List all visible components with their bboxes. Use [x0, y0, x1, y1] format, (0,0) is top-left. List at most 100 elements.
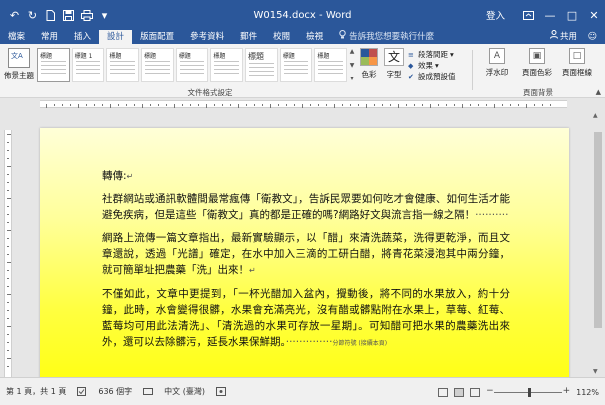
ruler-tick [238, 104, 239, 108]
print-icon[interactable] [80, 9, 93, 22]
document-body[interactable]: 轉傳:↵ 社群網站或通訊軟體間最常瘋傳「衛教文」，告訴民眾要如何吃才會健康、如何… [102, 168, 510, 359]
ruler-tick [166, 104, 167, 106]
word-count[interactable]: 636 個字 [98, 386, 132, 397]
ruler-tick [7, 334, 9, 335]
quick-access-toolbar: ↶ ↻ ▾ [0, 9, 111, 22]
ruler-tick [7, 230, 11, 231]
tab-view[interactable]: 檢視 [298, 30, 331, 44]
tab-review[interactable]: 校閱 [265, 30, 298, 44]
chevron-down-icon[interactable]: ▼ [350, 62, 355, 69]
tab-layout[interactable]: 版面配置 [132, 30, 182, 44]
tab-mailings[interactable]: 郵件 [232, 30, 265, 44]
language-icon[interactable] [143, 387, 154, 396]
colors-label: 色彩 [361, 70, 377, 79]
scrollbar-thumb[interactable] [594, 132, 602, 328]
document-workspace: 轉傳:↵ 社群網站或通訊軟體間最常瘋傳「衛教文」，告訴民眾要如何吃才會健康、如何… [14, 110, 591, 377]
web-layout-icon[interactable] [470, 387, 481, 397]
more-icon[interactable]: ▾ [350, 75, 353, 82]
share-button[interactable]: 共用 [549, 30, 577, 44]
ruler-tick [510, 104, 511, 106]
ruler-tick [214, 104, 215, 106]
chevron-up-icon[interactable]: ▲ [350, 48, 355, 55]
minimize-button[interactable]: — [539, 0, 561, 30]
style-set-thumb[interactable]: 標題 1 [71, 48, 105, 82]
ruler-tick [7, 278, 9, 279]
scroll-down-icon[interactable]: ▼ [593, 368, 598, 375]
themes-button[interactable]: 文A 佈景主題 [4, 48, 34, 81]
tab-design[interactable]: 設計 [99, 30, 133, 44]
maximize-button[interactable]: □ [561, 0, 583, 30]
fonts-button[interactable]: 文 字型 [382, 48, 406, 80]
page-count[interactable]: 第 1 頁，共 1 頁 [6, 386, 66, 397]
print-layout-icon[interactable] [454, 387, 465, 397]
style-set-thumb[interactable]: 標題 [245, 48, 278, 82]
save-icon[interactable] [62, 9, 75, 22]
ruler-tick [358, 104, 359, 106]
style-set-thumb[interactable]: 標題 [210, 48, 244, 82]
style-set-thumb[interactable]: 標題 [141, 48, 174, 82]
tab-insert[interactable]: 插入 [66, 30, 99, 44]
scroll-up-icon[interactable]: ▲ [593, 112, 598, 119]
ruler-tick [7, 302, 9, 303]
style-set-thumb[interactable]: 標題 [279, 48, 313, 82]
vertical-ruler[interactable] [0, 110, 14, 380]
zoom-slider-knob[interactable] [527, 387, 531, 397]
horizontal-ruler[interactable] [0, 98, 605, 110]
document-page[interactable]: 轉傳:↵ 社群網站或通訊軟體間最常瘋傳「衛教文」，告訴民眾要如何吃才會健康、如何… [40, 128, 569, 377]
page-color-button[interactable]: ▣ 頁面色彩 [518, 48, 556, 78]
file-icon[interactable] [44, 9, 57, 22]
read-mode-icon[interactable] [438, 387, 449, 397]
ribbon-display-icon[interactable] [517, 0, 539, 30]
close-button[interactable]: ✕ [583, 0, 605, 30]
paragraph: 不僅如此，文章中更提到，「一杯光醋加入盆內，攪動後，將不同的水果放入，約十分鐘，… [102, 288, 510, 348]
customize-icon[interactable]: ▾ [98, 9, 111, 22]
tab-home[interactable]: 常用 [33, 30, 66, 44]
ruler-tick [94, 104, 95, 106]
ruler-tick [422, 104, 423, 106]
page-border-button[interactable]: □ 頁面框線 [558, 48, 596, 78]
tab-references[interactable]: 參考資料 [182, 30, 232, 44]
language[interactable]: 中文 (臺灣) [164, 386, 205, 397]
zoom-out-button[interactable]: − [486, 386, 494, 396]
ruler-tick [7, 134, 11, 135]
colors-button[interactable]: 色彩 [358, 48, 380, 80]
ruler-tick [382, 104, 383, 106]
ruler-tick [286, 104, 287, 106]
ruler-tick [7, 318, 9, 319]
ruler-tick [7, 190, 9, 191]
effects-icon: ◆ [408, 61, 414, 70]
feedback-icon[interactable]: ☺ [588, 30, 597, 44]
proofing-icon[interactable] [77, 387, 87, 396]
tell-me-box[interactable]: 告訴我您想要執行什麼 [339, 30, 434, 44]
zoom-slider[interactable]: − + [486, 386, 571, 397]
vertical-scrollbar[interactable]: ▲ ▼ [591, 110, 605, 377]
themes-icon: 文A [8, 48, 30, 68]
ruler-tick [158, 104, 159, 106]
ruler-tick [526, 104, 527, 108]
tab-file[interactable]: 檔案 [0, 30, 34, 44]
lightbulb-icon [339, 30, 346, 44]
zoom-level[interactable]: 112% [576, 388, 599, 397]
ruler-tick [262, 104, 263, 106]
paragraph-spacing-button[interactable]: ≡ 段落間距 ▾ [408, 49, 468, 60]
macro-icon[interactable] [215, 387, 226, 396]
ruler-tick [7, 206, 9, 207]
collapse-ribbon-icon[interactable]: ▲ [596, 88, 601, 96]
document-formatting-group-label: 文件格式設定 [187, 88, 233, 97]
style-set-thumb[interactable]: 標題 [175, 48, 209, 82]
ruler-tick [102, 104, 103, 106]
ruler-tick [142, 104, 143, 108]
watermark-button[interactable]: A 浮水印 [478, 48, 516, 78]
style-set-thumb[interactable]: 標題 [106, 48, 140, 82]
redo-icon[interactable]: ↻ [26, 9, 39, 22]
ruler-tick [430, 104, 431, 108]
undo-icon[interactable]: ↶ [8, 9, 21, 22]
ruler-tick [550, 104, 551, 106]
effects-button[interactable]: ◆ 效果 ▾ [408, 60, 468, 71]
zoom-in-button[interactable]: + [563, 386, 571, 396]
sign-in-link[interactable]: 登入 [486, 8, 505, 22]
set-default-button[interactable]: ✔ 設成預設值 [408, 71, 468, 82]
gallery-scroll[interactable]: ▲ ▼ ▾ [348, 48, 356, 82]
style-set-thumb[interactable]: 標題 [314, 48, 348, 82]
style-set-thumb[interactable]: 標題 [37, 48, 70, 82]
